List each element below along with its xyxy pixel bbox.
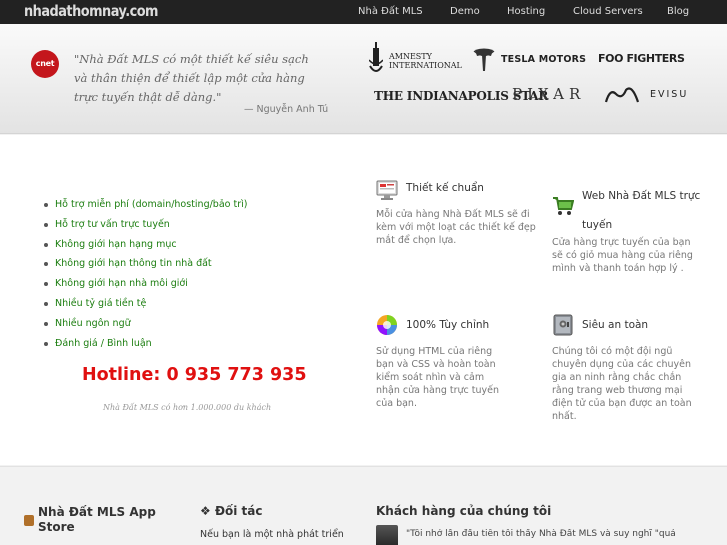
safe-icon xyxy=(553,314,573,336)
customer-quote: "Tôi nhớ lần đầu tiên tôi thấy Nhà Đất M… xyxy=(406,529,676,539)
evisu-logo-text: EVISU xyxy=(650,89,689,100)
list-item[interactable]: Không giới hạn nhà môi giới xyxy=(42,274,247,294)
nav-item-blog[interactable]: Blog xyxy=(667,0,689,24)
feature-title: Thiết kế chuẩn xyxy=(406,182,484,194)
main-content: Hỗ trợ miễn phí (domain/hosting/bảo trì)… xyxy=(0,135,727,465)
footer-section: Nhà Đất MLS App Store ❖ Đối tác Nếu bạn … xyxy=(0,466,727,545)
nav-item-demo[interactable]: Demo xyxy=(450,0,480,24)
list-item[interactable]: Không giới hạn hạng mục xyxy=(42,235,247,255)
amnesty-logo-line2: INTERNATIONAL xyxy=(389,61,462,70)
partner-text: Nếu bạn là một nhà phát triển xyxy=(200,529,344,540)
puzzle-icon: ❖ xyxy=(200,504,211,518)
feature-desc: Mỗi cửa hàng Nhà Đất MLS sẽ đi kèm với m… xyxy=(376,209,536,246)
customers-title: Khách hàng của chúng tôi xyxy=(376,504,552,518)
partner-title-text: Đối tác xyxy=(214,504,263,518)
monitor-icon xyxy=(376,180,398,200)
feature-desc: Sử dụng HTML của riêng bạn và CSS và hoà… xyxy=(376,346,500,409)
tesla-shield-icon xyxy=(473,48,495,71)
partner-title: ❖ Đối tác xyxy=(200,504,263,519)
color-wheel-icon xyxy=(377,315,397,335)
feature-title: Web Nhà Đất MLS trực tuyến xyxy=(582,190,701,231)
pixar-logo: PIXAR xyxy=(512,85,586,103)
app-store-title[interactable]: Nhà Đất MLS App Store xyxy=(38,505,168,535)
testimonial-band: cnet "Nhà Đất MLS có một thiết kế siêu s… xyxy=(0,24,727,134)
feature-title: Siêu an toàn xyxy=(582,319,649,331)
nav-item-cloud-servers[interactable]: Cloud Servers xyxy=(573,0,643,24)
tesla-logo-text: TESLA MOTORS xyxy=(501,54,587,65)
hotline[interactable]: Hotline: 0 935 773 935 xyxy=(82,365,307,385)
evisu-arc-icon xyxy=(604,87,640,103)
visitor-stat-note: Nhà Đất MLS có hơn 1.000.000 du khách xyxy=(103,403,272,412)
feature-desc: Chúng tôi có một đội ngũ chuyên dụng của… xyxy=(552,346,692,422)
nav-item-nha-dat-mls[interactable]: Nhà Đất MLS xyxy=(358,0,423,24)
list-item[interactable]: Không giới hạn thông tin nhà đất xyxy=(42,254,247,274)
list-item[interactable]: Nhiều tỷ giá tiền tệ xyxy=(42,294,247,314)
amnesty-logo-line1: AMNESTY xyxy=(389,52,432,61)
feature-title: 100% Tùy chỉnh xyxy=(406,319,490,331)
cnet-logo-icon: cnet xyxy=(31,50,59,78)
foo-fighters-logo: FOO FIGHTERS xyxy=(598,52,685,65)
list-item[interactable]: Hỗ trợ tư vấn trực tuyến xyxy=(42,215,247,235)
list-item[interactable]: Nhiều ngôn ngữ xyxy=(42,314,247,334)
candle-icon xyxy=(369,42,383,72)
shopping-cart-icon xyxy=(553,197,574,215)
nav-item-hosting[interactable]: Hosting xyxy=(507,0,545,24)
top-navbar: nhadathomnay.com Nhà Đất MLS Demo Hostin… xyxy=(0,0,727,24)
list-item[interactable]: Đánh giá / Bình luận xyxy=(42,334,247,354)
site-logo[interactable]: nhadathomnay.com xyxy=(24,2,159,20)
feature-desc: Cửa hàng trực tuyến của bạn sẽ có giỏ mu… xyxy=(552,237,693,274)
testimonial-quote: "Nhà Đất MLS có một thiết kế siêu sạch v… xyxy=(74,52,309,104)
bag-icon xyxy=(24,515,34,526)
testimonial-author: — Nguyễn Anh Tú xyxy=(244,104,329,115)
avatar xyxy=(376,525,398,545)
list-item[interactable]: Hỗ trợ miễn phí (domain/hosting/bảo trì) xyxy=(42,195,247,215)
feature-list: Hỗ trợ miễn phí (domain/hosting/bảo trì)… xyxy=(42,195,247,353)
